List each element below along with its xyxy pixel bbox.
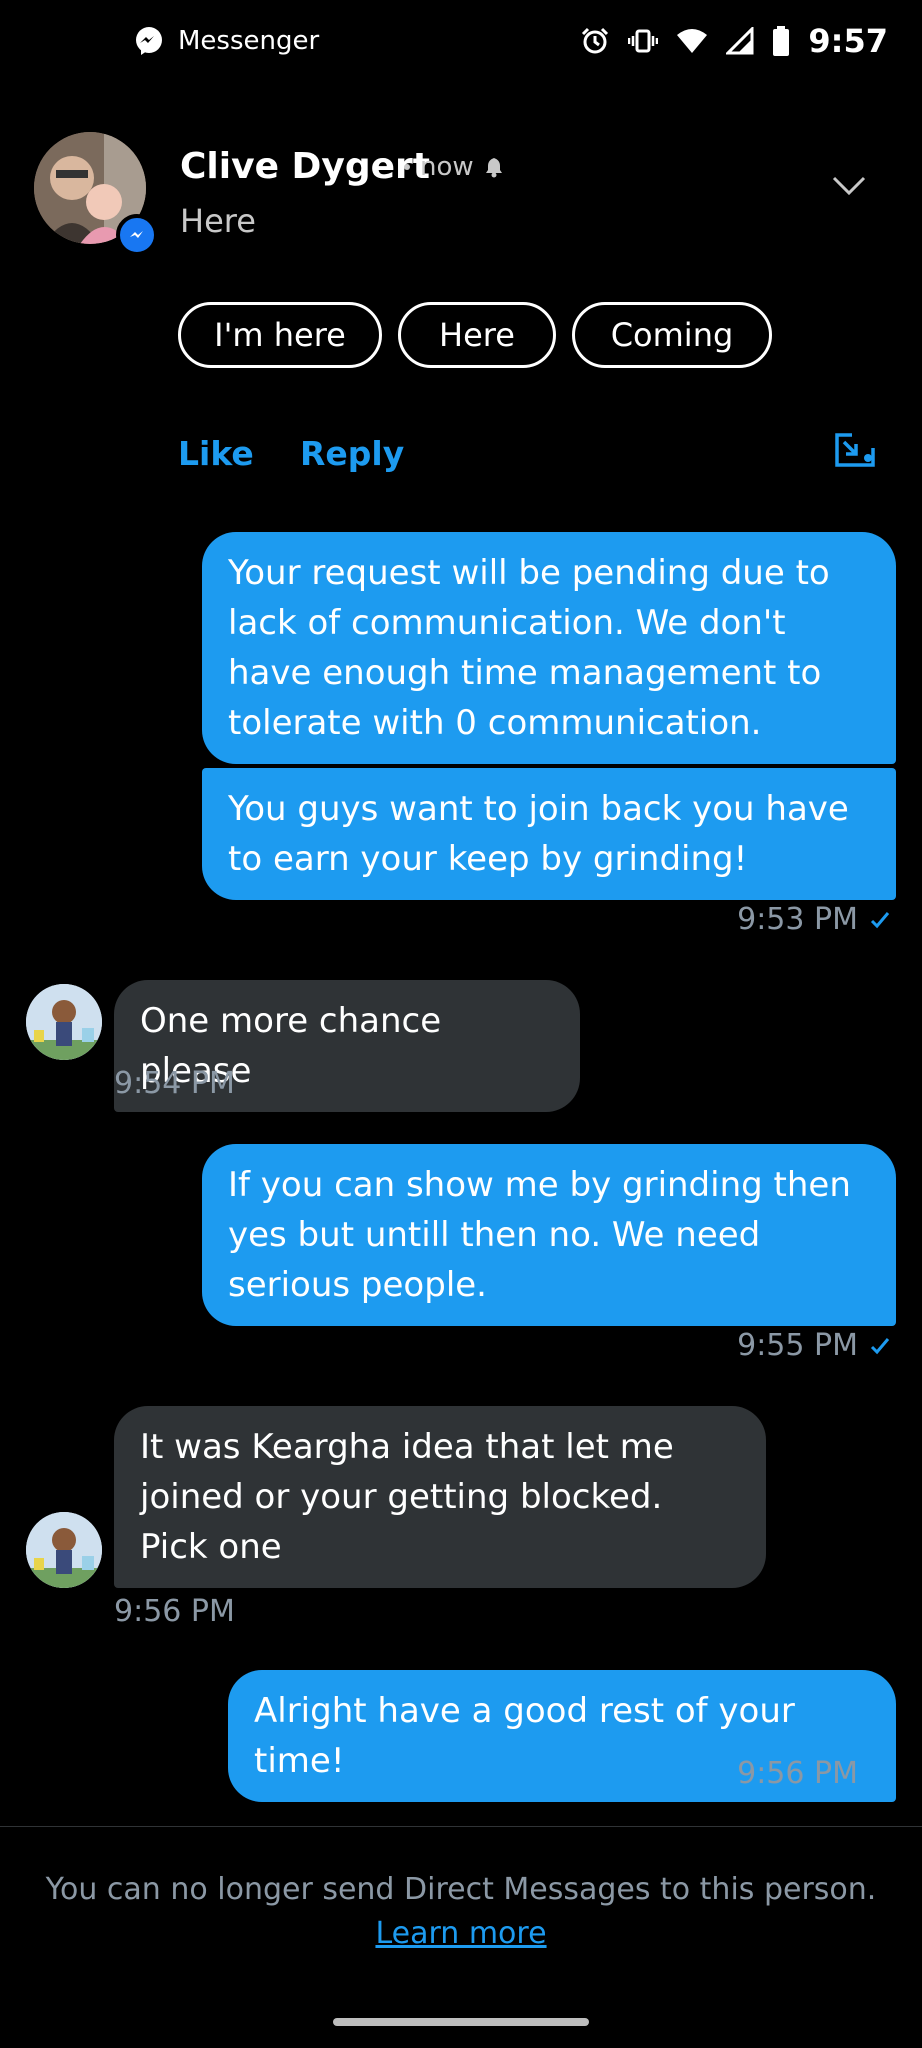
sender-name: Clive Dygert [180, 146, 431, 187]
notification-meta: now [404, 152, 504, 182]
message-timestamp: 9:56 PM [737, 1756, 890, 1791]
learn-more-link[interactable]: Learn more [0, 1916, 922, 1951]
like-button[interactable]: Like [178, 434, 254, 473]
sender-avatar-small[interactable] [26, 1512, 102, 1588]
message-timestamp: 9:54 PM [114, 1066, 235, 1101]
notification-message: Here [180, 202, 256, 240]
bell-icon [485, 158, 502, 178]
separator-dot [404, 164, 410, 170]
vibrate-icon [628, 29, 659, 53]
timestamp-text: 9:55 PM [737, 1328, 858, 1363]
notification-time: now [420, 152, 474, 182]
alarm-icon [582, 27, 609, 54]
signal-icon [726, 27, 754, 55]
quick-reply-im-here[interactable]: I'm here [178, 302, 382, 368]
picture-in-picture-icon[interactable] [834, 432, 876, 468]
messenger-icon [136, 27, 162, 55]
read-check-icon [870, 1337, 890, 1354]
status-app-name: Messenger [178, 26, 320, 56]
read-check-icon [870, 1765, 890, 1782]
message-timestamp: 9:55 PM [737, 1328, 890, 1363]
status-app-indicator: Messenger [134, 26, 319, 56]
reply-button[interactable]: Reply [300, 434, 404, 473]
read-check-icon [870, 911, 890, 928]
status-time: 9:57 [808, 22, 888, 60]
message-bubble-incoming[interactable]: It was Keargha idea that let me joined o… [114, 1406, 766, 1588]
chevron-down-icon[interactable] [832, 176, 866, 196]
messenger-badge-icon [116, 214, 158, 256]
dm-restriction-notice: You can no longer send Direct Messages t… [45, 1872, 877, 1907]
footer-divider [0, 1826, 922, 1827]
message-timestamp: 9:56 PM [114, 1594, 235, 1629]
quick-reply-coming[interactable]: Coming [572, 302, 772, 368]
sender-avatar-small[interactable] [26, 984, 102, 1060]
battery-icon [773, 26, 790, 56]
timestamp-text: 9:53 PM [737, 902, 858, 937]
message-bubble-outgoing[interactable]: Your request will be pending due to lack… [202, 532, 896, 764]
wifi-icon [677, 29, 708, 53]
avatar-photo [26, 1512, 102, 1588]
timestamp-text: 9:56 PM [737, 1756, 858, 1791]
home-indicator[interactable] [333, 2018, 589, 2026]
message-timestamp: 9:53 PM [737, 902, 890, 937]
message-bubble-outgoing[interactable]: You guys want to join back you have to e… [202, 768, 896, 900]
status-bar-right: 9:57 [580, 22, 888, 60]
message-bubble-outgoing[interactable]: If you can show me by grinding then yes … [202, 1144, 896, 1326]
avatar-photo [26, 984, 102, 1060]
quick-reply-here[interactable]: Here [398, 302, 556, 368]
